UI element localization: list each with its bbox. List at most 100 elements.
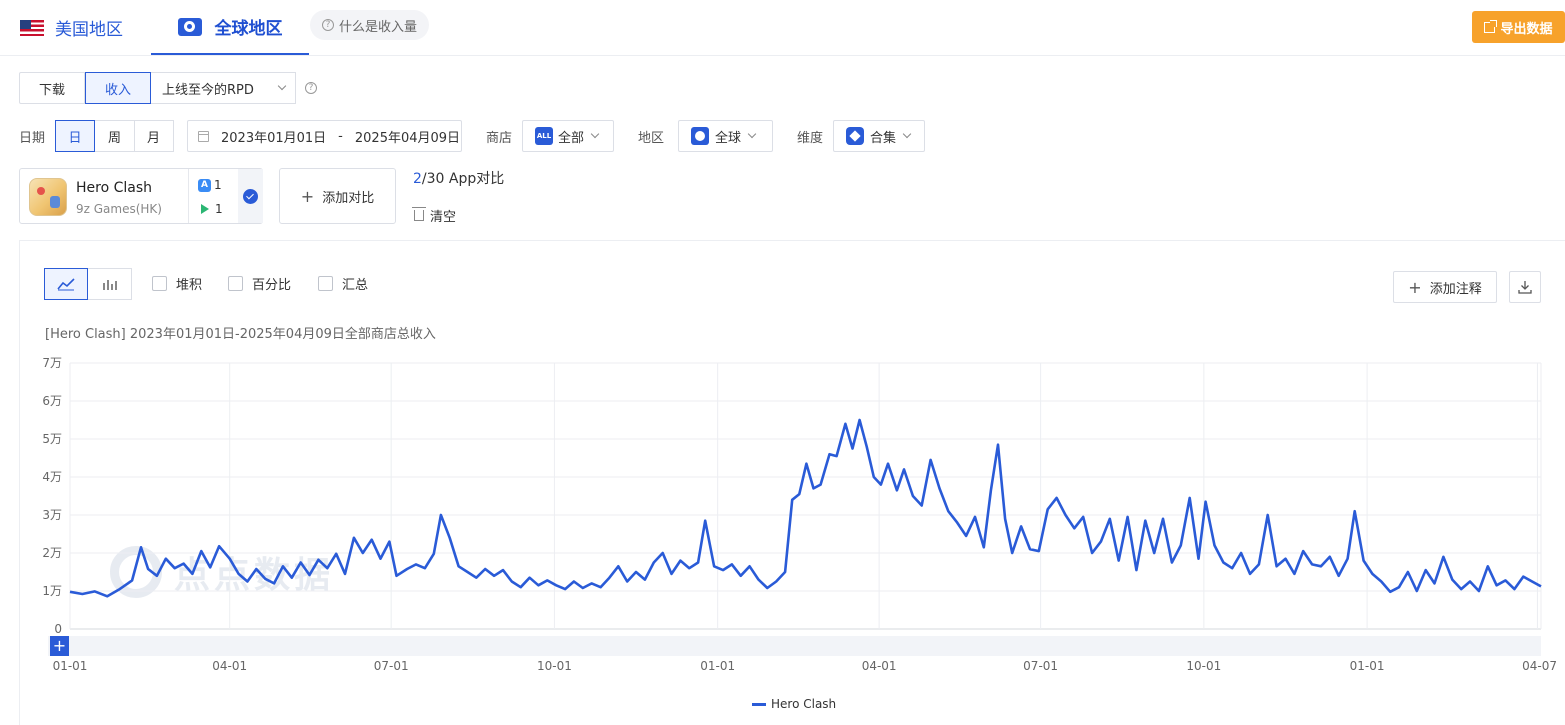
y-tick-label: 6万 [42, 394, 62, 408]
x-tick-label: 04-07 [1522, 659, 1557, 673]
app-card[interactable]: Hero Clash 9z Games(HK) A 1 1 [19, 168, 263, 224]
chevron-down-icon [902, 129, 912, 139]
date-label: 日期 [19, 130, 46, 146]
legend-swatch [752, 702, 766, 706]
date-start: 2023年01月01日 [221, 130, 327, 146]
x-tick-label: 01-01 [53, 659, 88, 673]
x-tick-label: 01-01 [1350, 659, 1385, 673]
y-tick-label: 2万 [42, 546, 62, 560]
dimension-label: 维度 [797, 130, 824, 146]
date-range-picker[interactable]: 2023年01月01日 - 2025年04月09日 [187, 120, 462, 152]
tab-global-label: 全球地区 [214, 19, 283, 39]
compare-current: 2 [413, 171, 422, 187]
line-chart-icon [57, 278, 75, 291]
layers-icon [846, 127, 864, 145]
globe-icon [177, 17, 202, 36]
y-tick-label: 1万 [42, 584, 62, 598]
divider [188, 169, 189, 223]
tab-us-region[interactable]: 美国地区 [20, 0, 123, 55]
percent-checkbox[interactable]: 百分比 [228, 274, 291, 293]
y-tick-label: 3万 [42, 508, 62, 522]
region-label: 地区 [638, 130, 665, 146]
dimension-value: 合集 [870, 130, 897, 146]
compare-total: /30 App对比 [421, 171, 505, 187]
total-checkbox[interactable]: 汇总 [318, 274, 368, 293]
globe-icon [691, 127, 709, 145]
check-icon [243, 188, 258, 204]
dimension-select[interactable]: 合集 [833, 120, 925, 152]
chevron-down-icon [590, 129, 600, 139]
granularity-week[interactable]: 周 [95, 120, 135, 152]
y-tick-label: 0 [54, 622, 62, 636]
revenue-toggle[interactable]: 收入 [85, 72, 151, 104]
date-end: 2025年04月09日 [354, 130, 461, 146]
total-label: 汇总 [342, 278, 369, 293]
metric-help-icon[interactable]: ? [305, 82, 317, 94]
google-play-icon [201, 204, 209, 214]
clear-label: 清空 [430, 210, 457, 225]
add-compare-label: 添加对比 [322, 190, 375, 206]
plus-icon: + [1408, 277, 1422, 297]
x-tick-label: 04-01 [212, 659, 247, 673]
zoom-slider[interactable] [48, 636, 1541, 656]
y-tick-label: 5万 [42, 432, 62, 446]
revenue-chart[interactable]: 0 1万 2万 3万 4万 5万 6万 7万 01-01 04-01 07-01 10-01 01-0… [0, 340, 1565, 690]
date-separator: - [338, 128, 343, 144]
question-icon: ? [322, 19, 334, 31]
all-stores-icon: ALL [535, 127, 553, 145]
plus-icon: + [53, 636, 66, 655]
x-tick-label: 07-01 [1023, 659, 1058, 673]
y-tick-label: 4万 [42, 470, 62, 484]
metric-select[interactable]: 上线至今的RPD [151, 72, 296, 104]
line-chart-toggle[interactable] [44, 268, 88, 300]
external-link-icon [1484, 19, 1498, 33]
app-store-icon: A [198, 178, 211, 192]
legend-label: Hero Clash [771, 697, 837, 711]
add-compare-button[interactable]: + 添加对比 [279, 168, 396, 224]
app-publisher: 9z Games(HK) [76, 202, 162, 216]
bar-chart-toggle[interactable] [88, 268, 132, 300]
store-label: 商店 [486, 130, 513, 146]
checkbox-box [318, 276, 333, 291]
stack-checkbox[interactable]: 堆积 [152, 274, 202, 293]
app-select-toggle[interactable] [238, 169, 263, 223]
clear-button[interactable]: 清空 [412, 206, 457, 225]
percent-label: 百分比 [252, 278, 292, 293]
checkbox-box [228, 276, 243, 291]
x-tick-label: 01-01 [700, 659, 735, 673]
export-label: 导出数据 [1500, 21, 1553, 37]
bar-chart-icon [102, 280, 117, 290]
android-count: 1 [215, 202, 223, 216]
x-tick-label: 10-01 [537, 659, 572, 673]
plus-icon: + [300, 186, 315, 206]
compare-count: 2/30 App对比 [413, 168, 504, 188]
download-toggle[interactable]: 下载 [19, 72, 85, 104]
download-chart-button[interactable] [1509, 271, 1541, 303]
store-select[interactable]: ALL 全部 [522, 120, 614, 152]
app-icon [29, 178, 67, 216]
tab-us-label: 美国地区 [55, 20, 123, 40]
region-value: 全球 [715, 130, 742, 146]
chart-legend[interactable]: Hero Clash [752, 697, 836, 711]
us-flag-icon [20, 19, 44, 36]
calendar-icon [198, 130, 209, 142]
tab-global-region[interactable]: 全球地区 [151, 0, 309, 55]
metric-select-value: 上线至今的RPD [162, 82, 254, 98]
checkbox-box [152, 276, 167, 291]
add-annotation-button[interactable]: + 添加注释 [1393, 271, 1497, 303]
chevron-down-icon [747, 129, 757, 139]
help-label: 什么是收入量 [339, 19, 418, 35]
app-name: Hero Clash [76, 180, 153, 196]
region-select[interactable]: 全球 [678, 120, 773, 152]
download-icon [1518, 281, 1532, 294]
x-tick-label: 07-01 [374, 659, 409, 673]
revenue-help-link[interactable]: ? 什么是收入量 [310, 10, 430, 40]
granularity-month[interactable]: 月 [134, 120, 174, 152]
store-value: 全部 [558, 130, 585, 146]
ios-store-count: A 1 [198, 178, 222, 192]
annotation-label: 添加注释 [1429, 281, 1482, 297]
android-store-count: 1 [198, 202, 223, 216]
granularity-day[interactable]: 日 [55, 120, 95, 152]
region-tabs: 美国地区 全球地区 ? 什么是收入量 导出数据 [0, 0, 1565, 56]
export-data-button[interactable]: 导出数据 [1472, 11, 1565, 43]
